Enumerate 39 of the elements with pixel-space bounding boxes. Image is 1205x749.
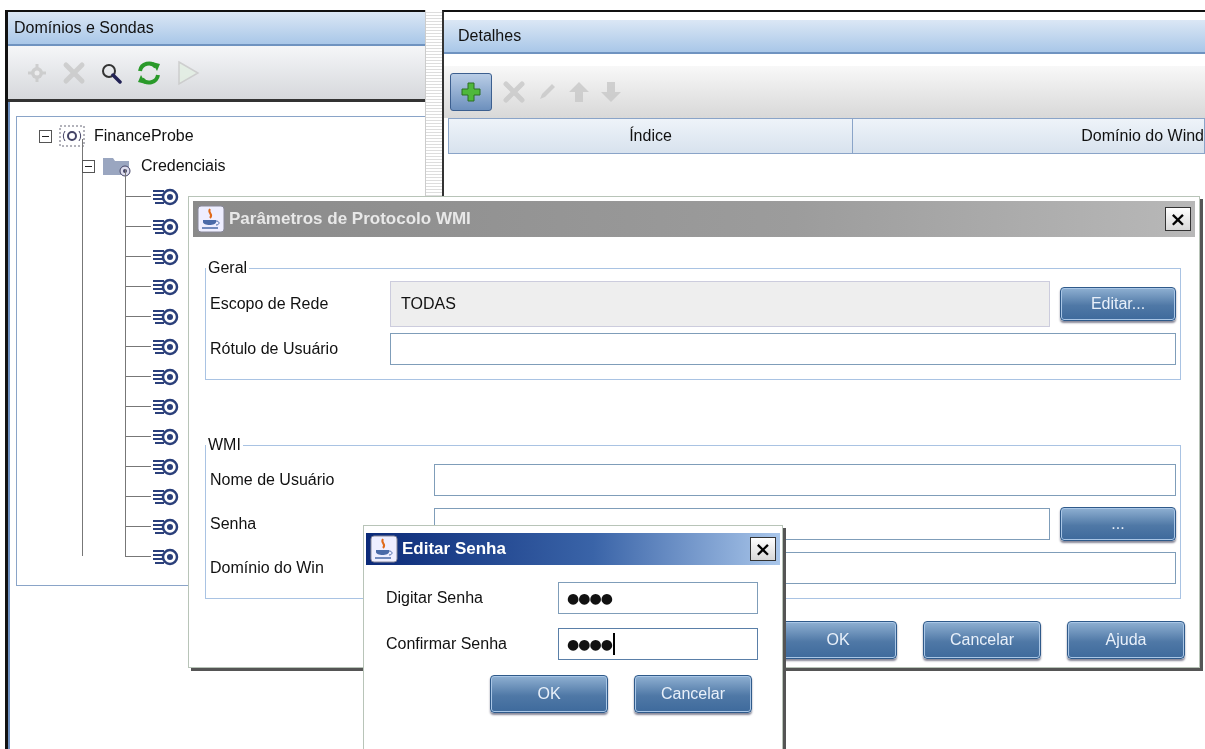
browse-button[interactable]: ...: [1060, 507, 1176, 541]
dialog-button[interactable]: Cancelar: [923, 621, 1041, 659]
group-title: Geral: [207, 259, 249, 277]
input-field[interactable]: [390, 333, 1176, 365]
panel-title: Detalhes: [458, 27, 522, 45]
add-button[interactable]: [450, 73, 492, 111]
dialog-title: Parâmetros de Protocolo WMI: [229, 209, 472, 229]
column-header[interactable]: Domínio do Wind: [853, 119, 1204, 153]
column-header[interactable]: Índice: [449, 119, 853, 153]
field-label: Rótulo de Usuário: [210, 340, 340, 358]
group-title: WMI: [207, 436, 242, 454]
dialog-button[interactable]: Cancelar: [634, 675, 752, 713]
panel-title: Domínios e Sondas: [14, 19, 154, 37]
dialog-button[interactable]: OK: [490, 675, 608, 713]
field-label: Nome de Usuário: [210, 471, 336, 489]
tree-item[interactable]: FinanceProbe: [94, 127, 194, 145]
coffee-cup-icon: [197, 205, 225, 233]
field-label: Confirmar Senha: [386, 635, 508, 653]
refresh-icon[interactable]: [136, 59, 162, 86]
field-label: Senha: [210, 515, 258, 533]
edit-button[interactable]: Editar...: [1060, 287, 1176, 321]
password-field[interactable]: ●●●●: [558, 628, 758, 660]
readonly-field: TODAS: [390, 281, 1050, 327]
collapse-toggle[interactable]: [82, 159, 95, 173]
close-button[interactable]: ×: [750, 537, 776, 561]
collapse-toggle[interactable]: [39, 129, 52, 143]
tree-item[interactable]: Credenciais: [141, 157, 226, 175]
search-icon[interactable]: [100, 61, 122, 84]
password-field[interactable]: ●●●●: [558, 582, 758, 614]
plus-icon: [460, 81, 482, 103]
dialog-button[interactable]: Ajuda: [1067, 621, 1185, 659]
field-label: Digitar Senha: [386, 589, 484, 607]
probe-icon: [58, 122, 86, 150]
coffee-cup-icon: [370, 535, 398, 563]
field-label: Escopo de Rede: [210, 295, 330, 313]
field-label: Domínio do Win: [210, 559, 325, 577]
input-field[interactable]: [434, 464, 1176, 496]
close-button[interactable]: ×: [1165, 207, 1191, 231]
dialog-title: Editar Senha: [402, 539, 507, 559]
